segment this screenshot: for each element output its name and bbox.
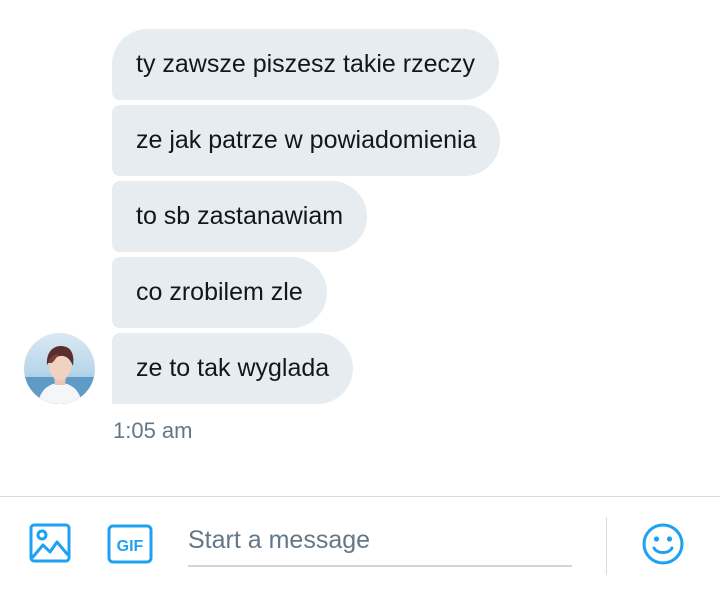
avatar-image: [24, 333, 95, 404]
message-input[interactable]: [188, 515, 572, 567]
message-thread: ty zawsze piszesz takie rzeczy ze jak pa…: [0, 0, 720, 496]
gif-label: GIF: [117, 538, 144, 555]
add-media-button[interactable]: [26, 519, 74, 567]
gif-icon: GIF: [107, 524, 153, 564]
media-icon: [29, 523, 71, 563]
message-text: ze to tak wyglada: [136, 354, 330, 382]
message-text: co zrobilem zle: [136, 278, 303, 306]
message-timestamp: 1:05 am: [113, 418, 193, 443]
message-text: ty zawsze piszesz takie rzeczy: [136, 50, 475, 78]
message-composer: GIF: [0, 497, 720, 594]
dm-conversation-screen: ty zawsze piszesz takie rzeczy ze jak pa…: [0, 0, 720, 594]
emoji-icon: [642, 523, 684, 565]
message-bubble[interactable]: co zrobilem zle: [112, 257, 327, 328]
message-text: ze jak patrze w powiadomienia: [136, 126, 477, 154]
emoji-button[interactable]: [638, 519, 688, 569]
message-bubble[interactable]: ty zawsze piszesz takie rzeczy: [112, 29, 499, 100]
message-bubble[interactable]: ze jak patrze w powiadomienia: [112, 105, 501, 176]
sender-avatar[interactable]: [24, 333, 95, 404]
composer-separator: [606, 517, 607, 575]
message-bubble[interactable]: ze to tak wyglada: [112, 333, 354, 404]
add-gif-button[interactable]: GIF: [106, 521, 154, 567]
message-bubble[interactable]: to sb zastanawiam: [112, 181, 368, 252]
message-text: to sb zastanawiam: [136, 202, 344, 230]
